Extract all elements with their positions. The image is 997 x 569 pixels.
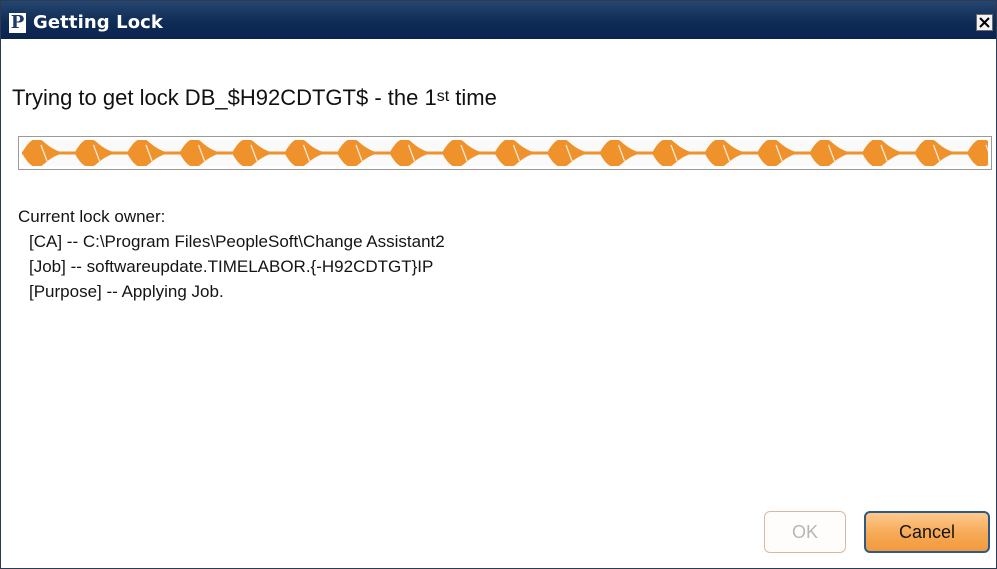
message-text: Trying to get lock DB_$H92CDTGT$ - the 1 — [12, 85, 437, 110]
lock-owner-purpose: [Purpose] -- Applying Job. — [29, 282, 224, 301]
progress-track — [22, 138, 991, 168]
dialog-title: Getting Lock — [33, 12, 164, 33]
close-button[interactable] — [976, 14, 993, 31]
app-logo-icon: P — [9, 12, 26, 33]
progress-segment — [967, 138, 991, 168]
lock-owner-ca: [CA] -- C:\Program Files\PeopleSoft\Chan… — [29, 232, 445, 251]
progress-indicator — [22, 138, 991, 168]
close-icon — [979, 17, 990, 28]
ordinal-suffix: st — [436, 88, 450, 105]
lock-owner-job: [Job] -- softwareupdate.TIMELABOR.{-H92C… — [29, 257, 434, 276]
ok-button[interactable]: OK — [764, 511, 846, 553]
title-bar[interactable]: P Getting Lock — [1, 1, 996, 39]
lock-owner-heading: Current lock owner: — [18, 207, 166, 226]
lock-status-message: Trying to get lock DB_$H92CDTGT$ - the 1… — [12, 84, 497, 115]
cancel-button[interactable]: Cancel — [864, 511, 990, 553]
dialog-window: P Getting Lock Trying to get lock DB_$H9… — [0, 0, 997, 569]
message-suffix: time — [449, 85, 497, 110]
lock-owner-info: Current lock owner: [CA] -- C:\Program F… — [18, 204, 445, 304]
progress-bar — [18, 136, 992, 170]
